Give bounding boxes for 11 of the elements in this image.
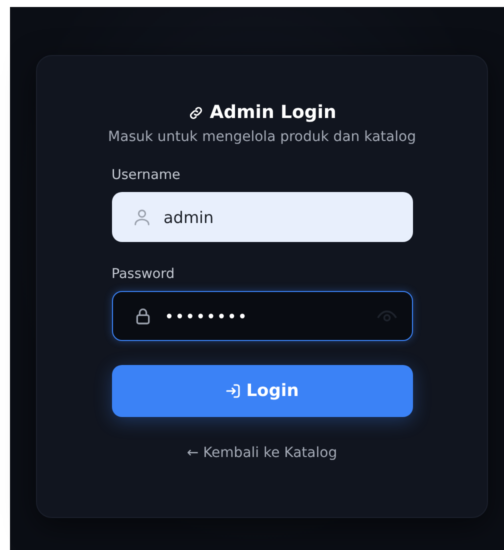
user-icon — [132, 207, 152, 227]
login-button[interactable]: Login — [112, 365, 412, 417]
link-icon — [188, 104, 204, 120]
back-link[interactable]: ← Kembali ke Katalog — [186, 445, 338, 461]
field-label: Username — [112, 167, 182, 183]
username-field[interactable]: admin — [112, 192, 412, 242]
password-field[interactable]: •••••••• — [112, 291, 412, 341]
login-icon — [225, 383, 242, 399]
login-title: Admin Login — [210, 102, 336, 123]
field-label: Password — [112, 266, 176, 282]
login-subtitle: Masuk untuk mengelola produk dan katalog — [108, 129, 416, 145]
